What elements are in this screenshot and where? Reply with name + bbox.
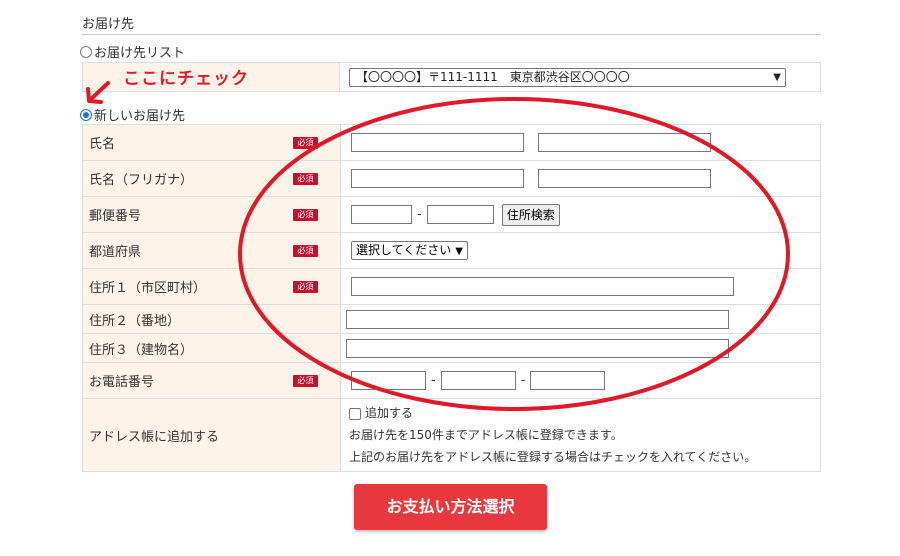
addressbook-note-2: 上記のお届け先をアドレス帳に登録する場合はチェックを入れてください。 [349, 450, 757, 464]
row-label-kana: 氏名（フリガナ） [89, 173, 194, 188]
field-cell [340, 124, 821, 161]
row-label-postal: 郵便番号 [89, 209, 142, 224]
postal-code-second-input[interactable] [426, 205, 494, 224]
form-row-addressbook: アドレス帳に追加する 追加する お届け先を150件までアドレス帳に登録できます。… [82, 398, 821, 472]
prefecture-select[interactable]: 選択してください ▼ [351, 241, 468, 260]
payment-method-button[interactable]: お支払い方法選択 [354, 484, 547, 530]
first-name-input[interactable] [538, 133, 712, 152]
row-label-phone: お電話番号 [89, 375, 155, 390]
field-cell [340, 160, 821, 197]
prefecture-select-value: 選択してください [356, 243, 452, 257]
address-search-button[interactable]: 住所検索 [501, 203, 560, 226]
form-row-kana: 氏名（フリガナ） 必須 [82, 160, 821, 197]
form-row-postal: 郵便番号 必須 - 住所検索 [82, 196, 821, 233]
form-row-phone: お電話番号 必須 -- [82, 362, 821, 399]
last-name-input[interactable] [351, 133, 524, 152]
chevron-down-icon: ▼ [773, 72, 781, 83]
last-name-kana-input[interactable] [351, 169, 524, 188]
radio-new-address-label: 新しいお届け先 [94, 109, 186, 124]
address-list-field-cell: 【〇〇〇〇】〒111-1111 東京都渋谷区〇〇〇〇 ▼ [340, 63, 820, 91]
phone-third-input[interactable] [530, 371, 606, 390]
phone-second-input[interactable] [440, 371, 516, 390]
row-label-address2: 住所２（番地） [89, 313, 181, 329]
required-badge: 必須 [293, 172, 318, 185]
section-title: お届け先 [82, 17, 135, 32]
row-label-addressbook: アドレス帳に追加する [89, 429, 220, 445]
label-cell: お電話番号 必須 [82, 362, 341, 399]
required-badge: 必須 [293, 136, 318, 149]
addressbook-note-1: お届け先を150件までアドレス帳に登録できます。 [349, 428, 623, 442]
row-label-address3: 住所３（建物名） [89, 342, 194, 358]
form-row-name: 氏名 必須 [82, 124, 821, 161]
address3-input[interactable] [346, 338, 729, 358]
chevron-down-icon: ▼ [455, 246, 463, 257]
label-cell: 郵便番号 必須 [82, 196, 341, 233]
add-checkbox-label: 追加する [365, 406, 414, 420]
radio-button[interactable] [80, 45, 92, 58]
row-label-name: 氏名 [89, 137, 116, 152]
required-badge: 必須 [293, 208, 318, 221]
label-cell: 住所３（建物名） [82, 333, 341, 363]
field-cell [340, 304, 821, 334]
form-row-address2: 住所２（番地） [82, 304, 821, 334]
field-cell: 選択してください ▼ [340, 232, 821, 269]
field-cell [340, 333, 821, 363]
address-list-selected-value: 【〇〇〇〇】〒111-1111 東京都渋谷区〇〇〇〇 [356, 70, 630, 84]
required-badge: 必須 [293, 374, 318, 387]
section-divider [82, 34, 821, 35]
phone-dash: - [431, 373, 436, 388]
form-row-address3: 住所３（建物名） [82, 333, 821, 363]
arrow-down-left-icon [86, 81, 110, 104]
label-cell: アドレス帳に追加する [82, 398, 341, 472]
field-cell: -- [340, 362, 821, 399]
form-row-prefecture: 都道府県 必須 選択してください ▼ [82, 232, 821, 269]
radio-button-checked[interactable] [80, 108, 92, 121]
label-cell: 都道府県 必須 [82, 232, 341, 269]
address2-input[interactable] [346, 309, 729, 329]
first-name-kana-input[interactable] [538, 169, 712, 188]
add-checkbox-row[interactable]: 追加する [349, 402, 820, 424]
add-to-addressbook-checkbox[interactable] [349, 407, 361, 420]
radio-address-list[interactable]: お届け先リスト [80, 42, 185, 61]
phone-first-input[interactable] [351, 371, 426, 390]
label-cell: 氏名 必須 [82, 124, 341, 161]
row-label-address1: 住所１（市区町村） [89, 281, 207, 296]
row-label-prefecture: 都道府県 [89, 245, 142, 260]
label-cell: 住所２（番地） [82, 304, 341, 334]
address1-input[interactable] [351, 277, 734, 296]
phone-dash: - [520, 373, 526, 388]
field-cell [340, 268, 821, 305]
required-badge: 必須 [293, 280, 318, 293]
postal-code-first-input[interactable] [351, 205, 412, 224]
field-cell: - 住所検索 [340, 196, 821, 233]
required-badge: 必須 [293, 244, 318, 257]
address-form: 氏名 必須 氏名（フリガナ） 必須 郵便番号 必須 - 住所検索 都道府県 必須 [82, 124, 821, 472]
postal-dash: - [417, 207, 422, 222]
form-row-address1: 住所１（市区町村） 必須 [82, 268, 821, 305]
address-list-select[interactable]: 【〇〇〇〇】〒111-1111 東京都渋谷区〇〇〇〇 ▼ [349, 68, 786, 87]
label-cell: 氏名（フリガナ） 必須 [82, 160, 341, 197]
callout-text: ここにチェック [123, 69, 249, 89]
field-cell: 追加する お届け先を150件までアドレス帳に登録できます。 上記のお届け先をアド… [340, 398, 821, 472]
label-cell: 住所１（市区町村） 必須 [82, 268, 341, 305]
radio-address-list-label: お届け先リスト [94, 46, 186, 61]
radio-new-address[interactable]: 新しいお届け先 [80, 105, 185, 124]
